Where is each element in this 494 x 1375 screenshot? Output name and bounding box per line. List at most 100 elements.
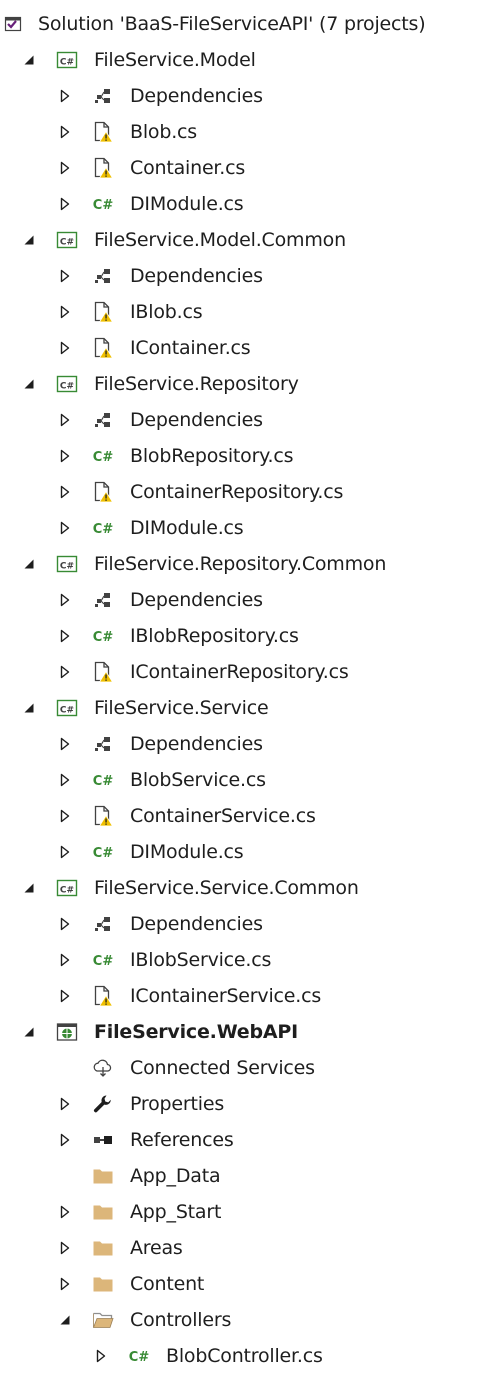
expand-arrow-icon[interactable] bbox=[56, 258, 74, 294]
svg-text:C#: C# bbox=[129, 1350, 150, 1365]
tree-item-label: BlobController.cs bbox=[166, 1345, 323, 1367]
tree-item[interactable]: Areas bbox=[0, 1230, 494, 1266]
expand-arrow-icon[interactable] bbox=[56, 294, 74, 330]
tree-item[interactable]: IContainerRepository.cs bbox=[0, 654, 494, 690]
file-warning-icon bbox=[92, 301, 114, 323]
tree-item[interactable]: ContainerRepository.cs bbox=[0, 474, 494, 510]
expand-arrow-icon[interactable] bbox=[56, 330, 74, 366]
collapse-arrow-icon[interactable] bbox=[20, 690, 38, 726]
tree-item[interactable]: C# BlobService.cs bbox=[0, 762, 494, 798]
svg-text:C#: C# bbox=[60, 886, 74, 896]
tree-item[interactable]: C# FileService.Repository bbox=[0, 366, 494, 402]
tree-item-label: App_Data bbox=[130, 1165, 221, 1187]
tree-item[interactable]: IContainerService.cs bbox=[0, 978, 494, 1014]
expand-arrow-icon[interactable] bbox=[56, 78, 74, 114]
collapse-arrow-icon[interactable] bbox=[56, 1302, 74, 1338]
tree-item[interactable]: Dependencies bbox=[0, 726, 494, 762]
tree-item[interactable]: C# DIModule.cs bbox=[0, 186, 494, 222]
expand-arrow-icon[interactable] bbox=[56, 1194, 74, 1230]
tree-item-label: Dependencies bbox=[130, 733, 263, 755]
dependencies-icon bbox=[92, 590, 114, 610]
csharp-project-icon: C# bbox=[56, 230, 78, 250]
tree-item[interactable]: App_Data bbox=[0, 1158, 494, 1194]
tree-item[interactable]: Controllers bbox=[0, 1302, 494, 1338]
tree-item[interactable]: IBlob.cs bbox=[0, 294, 494, 330]
tree-item-label: FileService.WebAPI bbox=[94, 1021, 298, 1043]
file-warning-icon bbox=[92, 121, 114, 143]
tree-item[interactable]: Solution 'BaaS-FileServiceAPI' (7 projec… bbox=[0, 6, 494, 42]
tree-item-label: Dependencies bbox=[130, 85, 263, 107]
collapse-arrow-icon[interactable] bbox=[20, 870, 38, 906]
tree-item[interactable]: C# FileService.Model.Common bbox=[0, 222, 494, 258]
tree-item-label: DIModule.cs bbox=[130, 841, 244, 863]
csharp-file-icon: C# bbox=[92, 194, 114, 214]
tree-item[interactable]: Container.cs bbox=[0, 150, 494, 186]
expand-arrow-icon[interactable] bbox=[56, 906, 74, 942]
tree-item-label: FileService.Repository bbox=[94, 373, 299, 395]
collapse-arrow-icon[interactable] bbox=[20, 222, 38, 258]
expand-arrow-icon[interactable] bbox=[56, 726, 74, 762]
tree-item[interactable]: Blob.cs bbox=[0, 114, 494, 150]
expand-arrow-icon[interactable] bbox=[56, 762, 74, 798]
tree-item[interactable]: C# FileService.Service.Common bbox=[0, 870, 494, 906]
dependencies-icon bbox=[92, 410, 114, 430]
tree-item-label: FileService.Service.Common bbox=[94, 877, 359, 899]
svg-text:C#: C# bbox=[93, 198, 114, 213]
expand-arrow-icon[interactable] bbox=[56, 978, 74, 1014]
expand-arrow-icon[interactable] bbox=[56, 618, 74, 654]
tree-item[interactable]: App_Start bbox=[0, 1194, 494, 1230]
tree-item[interactable]: Dependencies bbox=[0, 78, 494, 114]
expand-arrow-icon[interactable] bbox=[56, 114, 74, 150]
expand-arrow-icon[interactable] bbox=[56, 1122, 74, 1158]
tree-item[interactable]: FileService.WebAPI bbox=[0, 1014, 494, 1050]
tree-item[interactable]: Dependencies bbox=[0, 258, 494, 294]
tree-item[interactable]: C# FileService.Repository.Common bbox=[0, 546, 494, 582]
expand-arrow-icon[interactable] bbox=[56, 798, 74, 834]
tree-item-label: FileService.Repository.Common bbox=[94, 553, 387, 575]
tree-item[interactable]: Dependencies bbox=[0, 906, 494, 942]
expand-arrow-icon[interactable] bbox=[56, 474, 74, 510]
expand-arrow-icon[interactable] bbox=[56, 582, 74, 618]
expand-arrow-icon[interactable] bbox=[56, 1230, 74, 1266]
tree-item[interactable]: C# BlobController.cs bbox=[0, 1338, 494, 1374]
tree-item[interactable]: Dependencies bbox=[0, 582, 494, 618]
tree-item[interactable]: Content bbox=[0, 1266, 494, 1302]
collapse-arrow-icon[interactable] bbox=[20, 546, 38, 582]
tree-item[interactable]: C# DIModule.cs bbox=[0, 834, 494, 870]
svg-text:C#: C# bbox=[93, 954, 114, 969]
tree-item[interactable]: Properties bbox=[0, 1086, 494, 1122]
folder-icon bbox=[92, 1202, 114, 1222]
tree-item[interactable]: C# BlobRepository.cs bbox=[0, 438, 494, 474]
expand-arrow-icon[interactable] bbox=[56, 654, 74, 690]
tree-item[interactable]: C# IBlobRepository.cs bbox=[0, 618, 494, 654]
tree-item-label: IContainerService.cs bbox=[130, 985, 322, 1007]
expand-arrow-icon[interactable] bbox=[56, 150, 74, 186]
tree-item[interactable]: Connected Services bbox=[0, 1050, 494, 1086]
tree-item[interactable]: C# FileService.Model bbox=[0, 42, 494, 78]
tree-item[interactable]: C# FileService.Service bbox=[0, 690, 494, 726]
expand-arrow-icon[interactable] bbox=[56, 1086, 74, 1122]
tree-item[interactable]: IContainer.cs bbox=[0, 330, 494, 366]
expand-arrow-icon[interactable] bbox=[56, 834, 74, 870]
expand-arrow-icon[interactable] bbox=[56, 1266, 74, 1302]
folder-icon bbox=[92, 1238, 114, 1258]
tree-item[interactable]: C# IBlobService.cs bbox=[0, 942, 494, 978]
expand-arrow-icon[interactable] bbox=[92, 1338, 110, 1374]
collapse-arrow-icon[interactable] bbox=[20, 366, 38, 402]
collapse-arrow-icon[interactable] bbox=[20, 1014, 38, 1050]
expand-arrow-icon[interactable] bbox=[56, 942, 74, 978]
collapse-arrow-icon[interactable] bbox=[20, 42, 38, 78]
tree-item-label: FileService.Model bbox=[94, 49, 256, 71]
tree-item[interactable]: C# DIModule.cs bbox=[0, 510, 494, 546]
csharp-file-icon: C# bbox=[92, 842, 114, 862]
expand-arrow-icon[interactable] bbox=[56, 438, 74, 474]
expand-arrow-icon[interactable] bbox=[56, 186, 74, 222]
expand-arrow-icon[interactable] bbox=[56, 510, 74, 546]
tree-item[interactable]: References bbox=[0, 1122, 494, 1158]
tree-item-label: IContainerRepository.cs bbox=[130, 661, 349, 683]
tree-item[interactable]: ContainerService.cs bbox=[0, 798, 494, 834]
references-icon bbox=[92, 1130, 114, 1150]
tree-item[interactable]: Dependencies bbox=[0, 402, 494, 438]
expand-arrow-icon[interactable] bbox=[56, 402, 74, 438]
dependencies-icon bbox=[92, 266, 114, 286]
